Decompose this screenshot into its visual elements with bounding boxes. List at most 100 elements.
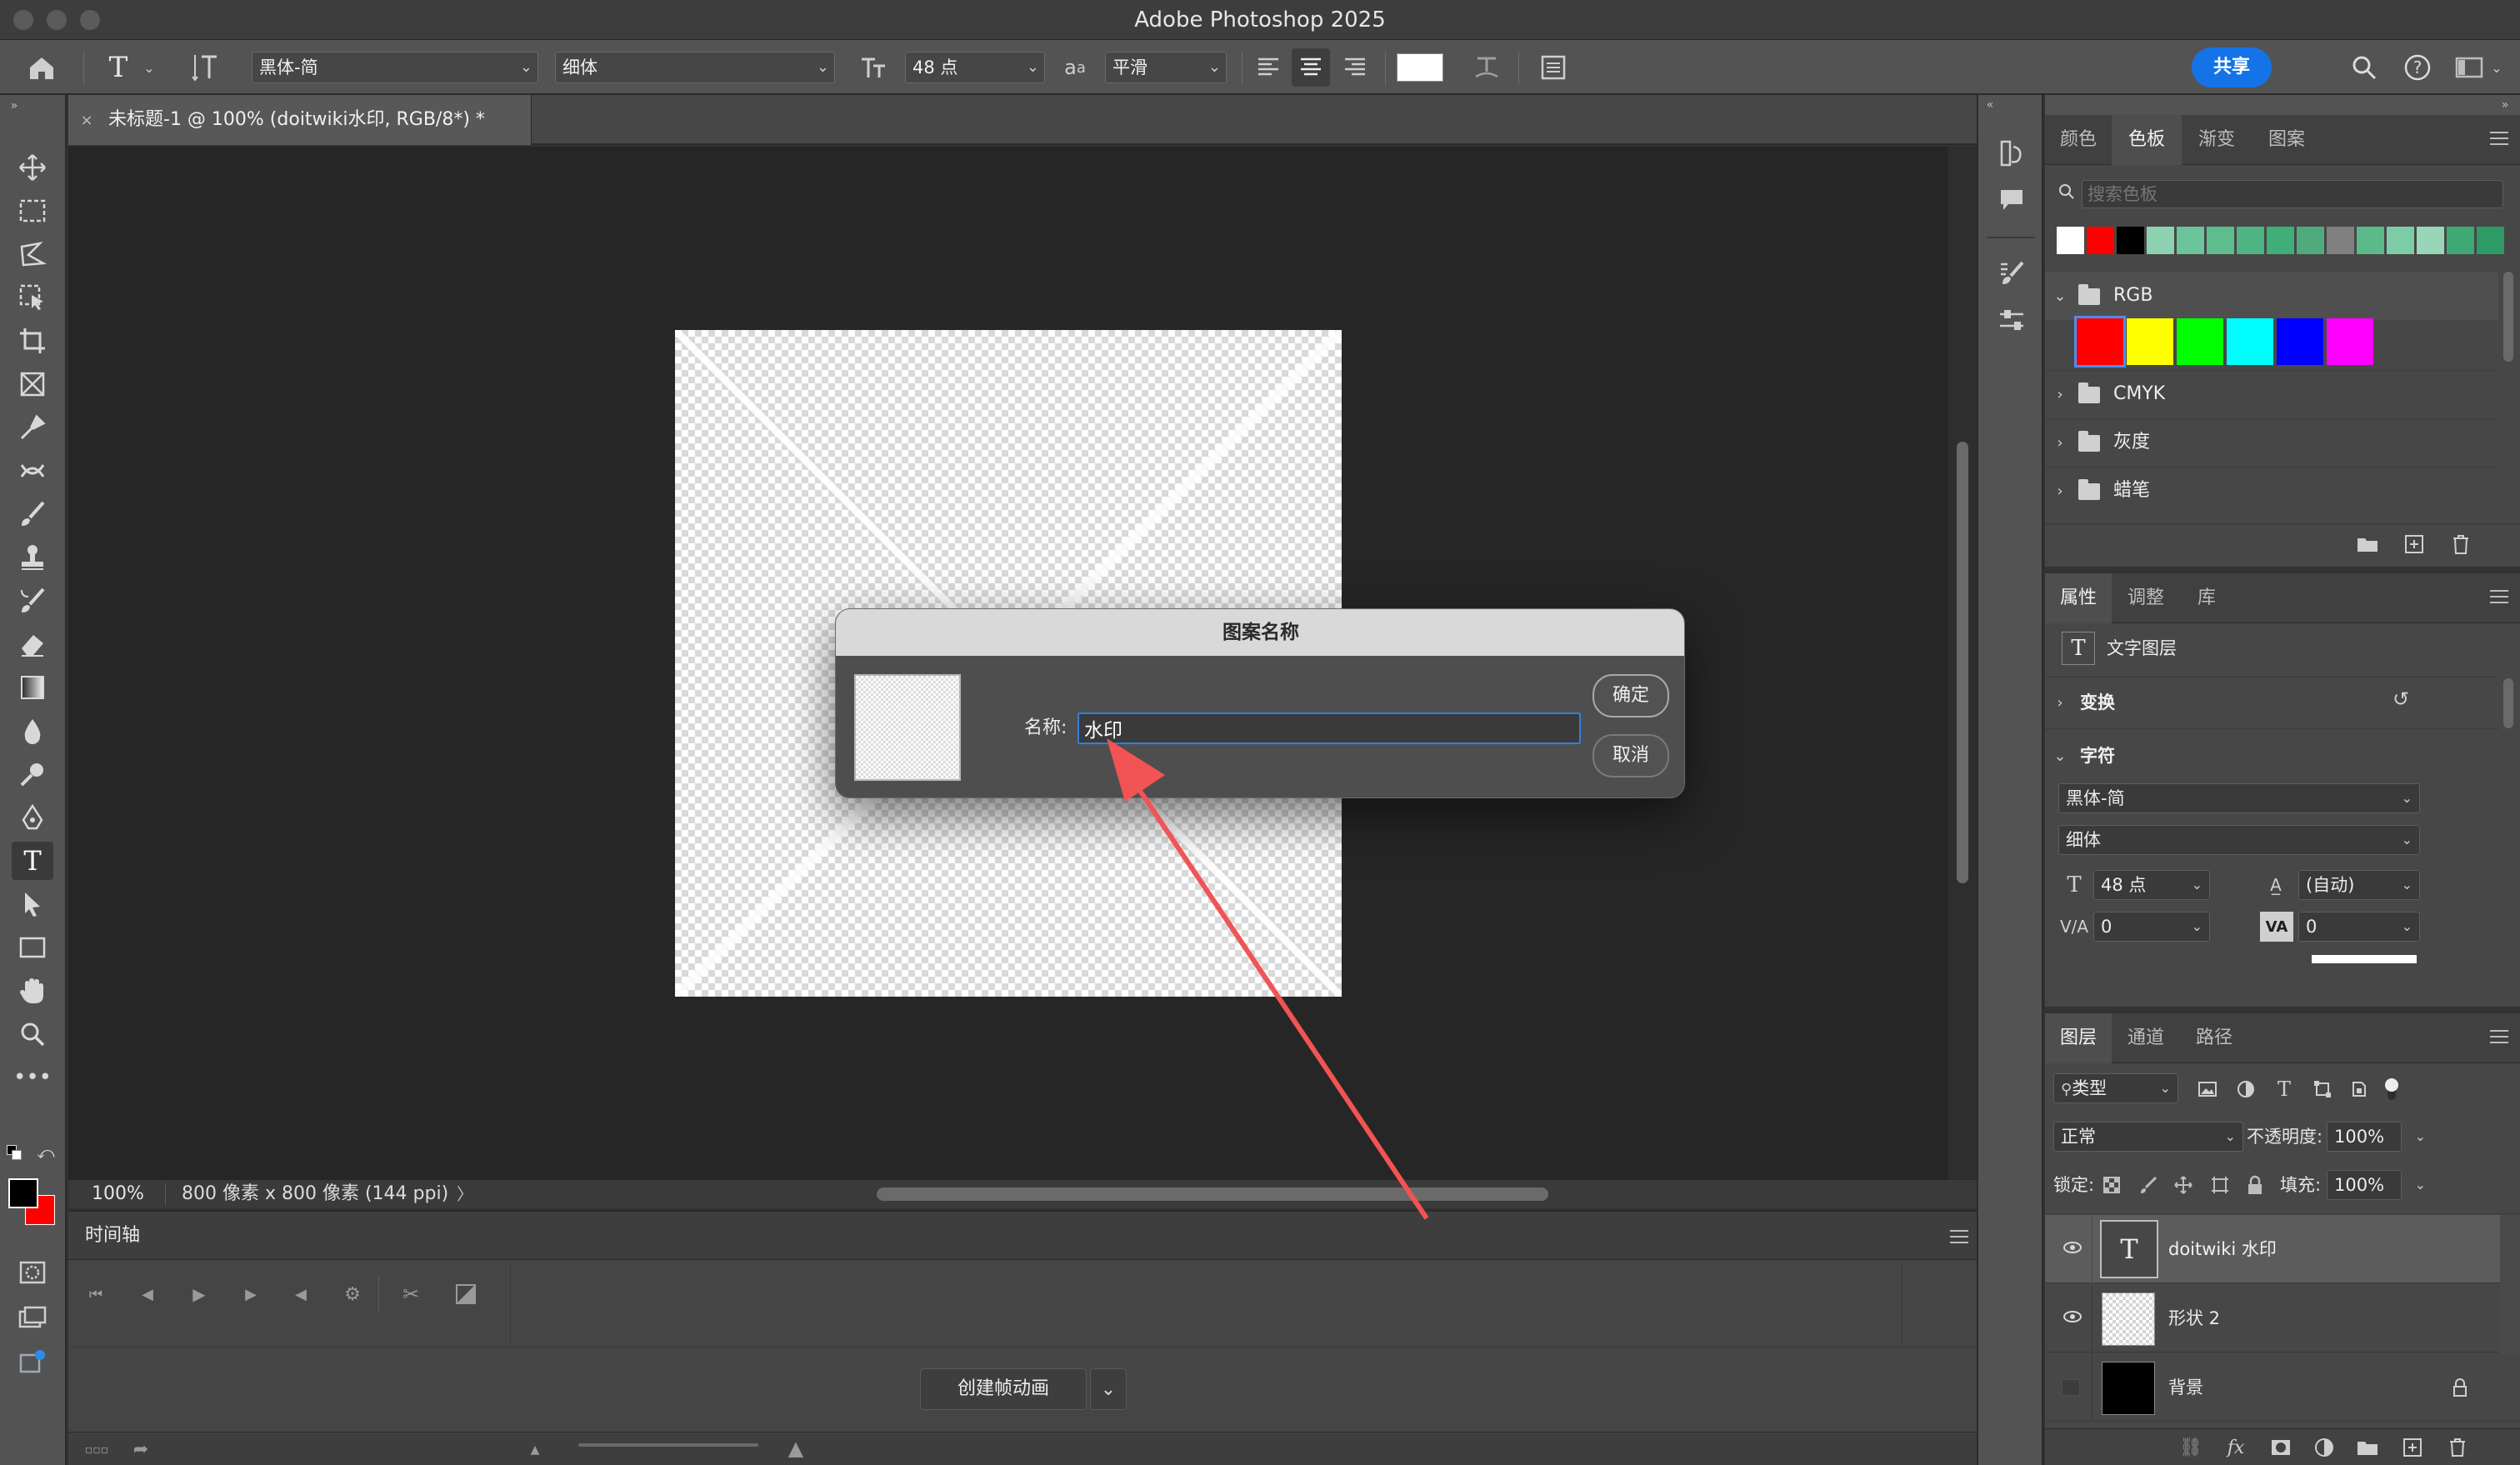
document-info[interactable]: 800 像素 x 800 像素 (144 ppi) — [182, 1180, 448, 1208]
generative-icon[interactable] — [12, 1343, 53, 1382]
recent-swatch[interactable] — [2207, 227, 2234, 254]
chevron-down-icon[interactable]: ⌄ — [2052, 742, 2068, 770]
first-frame-icon[interactable]: ⏮ — [83, 1282, 108, 1307]
default-colors-icon[interactable] — [7, 1145, 22, 1160]
recent-swatch[interactable] — [2417, 227, 2444, 254]
type-tool-preset-icon[interactable]: T — [102, 50, 135, 85]
recent-swatch[interactable] — [2057, 227, 2084, 254]
tab-gradients[interactable]: 渐变 — [2182, 115, 2252, 165]
character-font-family-select[interactable]: 黑体-简 ⌄ — [2058, 783, 2420, 813]
path-selection-tool-icon[interactable] — [12, 885, 53, 923]
toggle-text-orientation-icon[interactable] — [188, 50, 225, 85]
collapse-strip-icon[interactable]: « — [1982, 95, 1998, 115]
filter-shape-icon[interactable] — [2310, 1077, 2335, 1102]
align-center-icon[interactable] — [1292, 48, 1330, 87]
history-panel-icon[interactable] — [1993, 135, 2030, 172]
recent-swatch[interactable] — [2117, 227, 2144, 254]
chevron-right-icon[interactable]: › — [2050, 477, 2070, 505]
zoom-level[interactable]: 100% — [92, 1180, 144, 1208]
help-icon[interactable]: ? — [2400, 50, 2435, 85]
ok-button[interactable]: 确定 — [1592, 674, 1669, 718]
eye-icon[interactable] — [2063, 1311, 2082, 1322]
character-panel-toggle-icon[interactable] — [1535, 50, 1572, 85]
split-icon[interactable]: ✂ — [397, 1282, 425, 1307]
quick-mask-icon[interactable] — [12, 1253, 53, 1292]
swatch-group-grayscale[interactable]: 灰度 — [2113, 418, 2150, 467]
filter-type-icon[interactable]: T — [2272, 1077, 2297, 1102]
tab-swatches[interactable]: 色板 — [2112, 115, 2182, 165]
recent-swatch[interactable] — [2357, 227, 2384, 254]
brush-settings-panel-icon[interactable] — [1993, 255, 2030, 292]
recent-swatch[interactable] — [2447, 227, 2474, 254]
tracking-field[interactable]: 0 ⌄ — [2298, 912, 2420, 942]
timeline-zoom-slider[interactable] — [578, 1443, 758, 1447]
transform-section[interactable]: 变换 — [2080, 688, 2115, 717]
swatch-group-rgb[interactable]: RGB — [2113, 272, 2152, 320]
fill-field[interactable]: 100% ⌄ — [2327, 1170, 2426, 1200]
text-color-swatch[interactable] — [1397, 53, 1443, 82]
layers-scrollbar[interactable] — [2500, 1215, 2520, 1353]
recent-swatch[interactable] — [2237, 227, 2264, 254]
gradient-tool-icon[interactable] — [12, 668, 53, 707]
share-button[interactable]: 共享 — [2192, 48, 2272, 88]
next-frame-icon[interactable]: ▶︎ — [238, 1282, 263, 1307]
align-left-icon[interactable] — [1250, 50, 1287, 85]
tab-patterns[interactable]: 图案 — [2252, 115, 2322, 165]
zoom-in-timeline-icon[interactable]: ▲ — [782, 1437, 810, 1460]
lock-transparent-icon[interactable] — [2100, 1173, 2123, 1197]
tab-adjustments[interactable]: 调整 — [2112, 573, 2180, 623]
dodge-tool-icon[interactable] — [12, 755, 53, 793]
rgb-swatch[interactable] — [2127, 318, 2173, 365]
kerning-field[interactable]: 0 ⌄ — [2093, 912, 2210, 942]
font-size-select[interactable]: 48 点 ⌄ — [905, 52, 1045, 83]
vertical-scrollbar[interactable] — [1948, 147, 1977, 1180]
brush-tool-icon[interactable] — [12, 495, 53, 533]
crop-tool-icon[interactable] — [12, 322, 53, 360]
rgb-swatch[interactable] — [2177, 318, 2223, 365]
swatch-search-input[interactable] — [2082, 180, 2503, 208]
hand-tool-icon[interactable] — [12, 972, 53, 1010]
filter-pixel-icon[interactable] — [2195, 1077, 2220, 1102]
screen-mode-icon[interactable] — [12, 1298, 53, 1337]
vertical-scroll-thumb[interactable] — [1957, 442, 1968, 883]
recent-swatch[interactable] — [2327, 227, 2354, 254]
healing-tool-icon[interactable] — [12, 452, 53, 490]
recent-swatch[interactable] — [2087, 227, 2114, 254]
tab-paths[interactable]: 路径 — [2180, 1013, 2248, 1063]
rgb-swatch[interactable] — [2227, 318, 2273, 365]
blur-tool-icon[interactable] — [12, 712, 53, 750]
swatch-group-cmyk[interactable]: CMYK — [2113, 370, 2165, 418]
render-video-icon[interactable]: ➦ — [128, 1438, 153, 1460]
eyedropper-tool-icon[interactable] — [12, 408, 53, 447]
align-right-icon[interactable] — [1337, 50, 1373, 85]
foreground-color-swatch[interactable] — [8, 1178, 38, 1208]
rgb-swatch[interactable] — [2074, 316, 2126, 368]
character-font-style-select[interactable]: 细体 ⌄ — [2058, 825, 2420, 855]
swatch-group-pastel[interactable]: 蜡笔 — [2113, 467, 2150, 515]
recent-swatch[interactable] — [2387, 227, 2414, 254]
move-tool-icon[interactable] — [12, 148, 53, 187]
new-adjustment-layer-icon[interactable] — [2310, 1436, 2338, 1459]
properties-scrollbar[interactable] — [2503, 678, 2513, 728]
filter-smart-object-icon[interactable] — [2347, 1077, 2372, 1102]
opacity-field[interactable]: 100% ⌄ — [2327, 1122, 2426, 1152]
layer-name[interactable]: 背景 — [2168, 1353, 2203, 1422]
layer-row[interactable]: 形状 2 — [2045, 1284, 2520, 1352]
layer-style-icon[interactable]: fx — [2222, 1436, 2250, 1459]
lock-all-icon[interactable] — [2243, 1173, 2267, 1197]
chevron-down-icon[interactable]: ⌄ — [140, 55, 158, 80]
cancel-button[interactable]: 取消 — [1592, 734, 1669, 778]
font-family-select[interactable]: 黑体-简 ⌄ — [252, 52, 538, 83]
collapse-tools-icon[interactable]: » — [5, 97, 23, 115]
zoom-out-timeline-icon[interactable]: ▲ — [525, 1440, 545, 1460]
new-group-icon[interactable] — [2353, 1436, 2382, 1459]
character-section[interactable]: 字符 — [2080, 742, 2115, 770]
properties-menu-icon[interactable] — [2490, 590, 2508, 603]
eye-icon[interactable] — [2063, 1242, 2082, 1253]
chevron-right-icon[interactable]: › — [2050, 428, 2070, 457]
lock-artboard-icon[interactable] — [2208, 1173, 2232, 1197]
create-animation-dropdown-icon[interactable]: ⌄ — [1090, 1368, 1127, 1410]
tab-color[interactable]: 颜色 — [2045, 115, 2112, 165]
swatches-scrollbar[interactable] — [2503, 272, 2513, 362]
character-color-swatch[interactable] — [2312, 955, 2417, 963]
